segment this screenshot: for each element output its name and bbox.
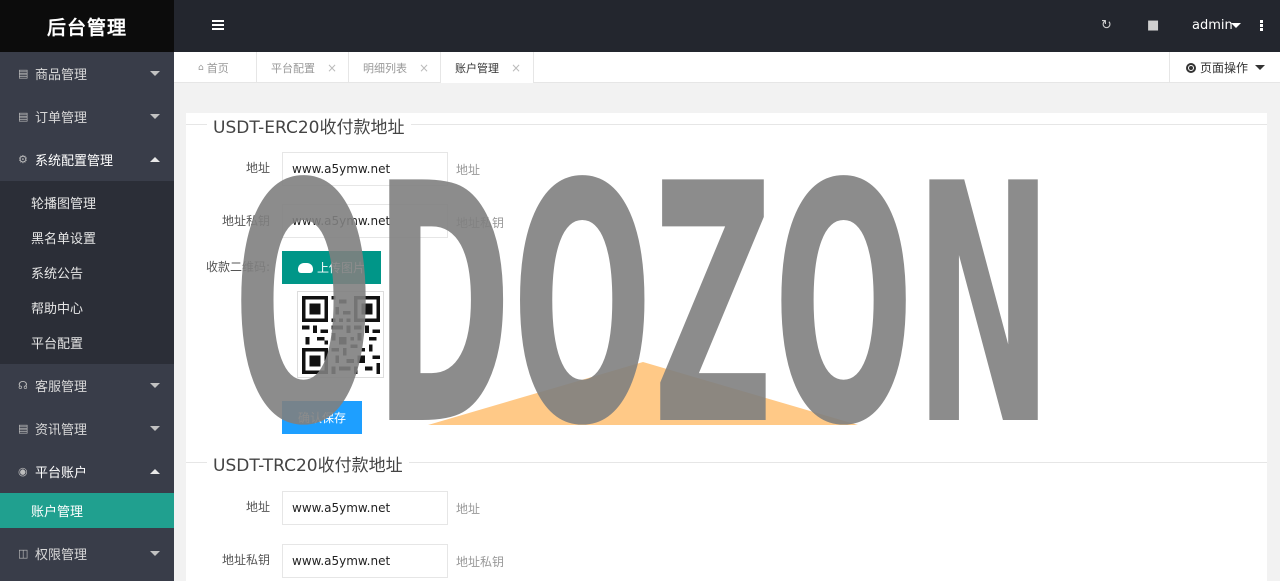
erc20-key-label: 地址私钥 <box>221 214 270 228</box>
app-logo: 后台管理 <box>0 0 174 52</box>
close-icon[interactable]: × <box>511 61 521 75</box>
chevron-down-icon <box>150 383 160 388</box>
sidebar-item-help[interactable]: 帮助中心 <box>0 290 174 325</box>
tab-platform-config[interactable]: 平台配置 × <box>257 52 349 83</box>
trc20-address-input[interactable]: www.a5ymw.net <box>282 491 448 525</box>
document-icon: ▤ <box>18 110 29 123</box>
headset-icon: ☊ <box>18 379 28 392</box>
chevron-down-icon <box>1255 65 1266 70</box>
coin-icon: ◉ <box>18 465 28 478</box>
tab-account-management[interactable]: 账户管理 × <box>441 52 534 83</box>
chevron-down-icon <box>150 71 160 76</box>
nav-system-config[interactable]: ⚙ 系统配置管理 <box>0 138 174 181</box>
upload-image-button[interactable]: 上传图片 <box>282 251 381 284</box>
erc20-key-input[interactable]: www.a5ymw.net <box>282 204 448 238</box>
tab-home[interactable]: ⌂ 首页 <box>174 52 257 83</box>
chevron-down-icon[interactable] <box>1231 23 1241 28</box>
chevron-up-icon <box>150 157 160 162</box>
trc20-key-label: 地址私钥 <box>221 553 270 567</box>
nav-goods[interactable]: ▤ 商品管理 <box>0 52 174 95</box>
file-icon: ▤ <box>18 422 29 435</box>
close-icon[interactable]: × <box>327 61 337 75</box>
nav-customer-service[interactable]: ☊ 客服管理 <box>0 364 174 407</box>
sidebar-item-notice[interactable]: 系统公告 <box>0 255 174 290</box>
tab-bar: ⌂ 首页 平台配置 × 明细列表 × 账户管理 × 页面操作 <box>174 52 1280 83</box>
main-panel: USDT-ERC20收付款地址 地址 www.a5ymw.net 地址 地址私钥… <box>186 113 1267 581</box>
tab-label: 明细列表 <box>363 61 407 75</box>
trash-icon[interactable]: ■ <box>1147 18 1159 33</box>
nav-label: 系统配置管理 <box>35 154 114 169</box>
trc20-address-hint: 地址 <box>456 502 481 516</box>
erc20-qr-label: 收款二维码: <box>205 260 270 274</box>
sidebar-item-account-management[interactable]: 账户管理 <box>0 493 174 528</box>
nav-orders[interactable]: ▤ 订单管理 <box>0 95 174 138</box>
erc20-legend: USDT-ERC20收付款地址 <box>207 113 411 138</box>
tab-label: 首页 <box>206 61 229 75</box>
tab-detail-list[interactable]: 明细列表 × <box>349 52 441 83</box>
tab-label: 平台配置 <box>271 61 315 75</box>
sidebar-item-banner[interactable]: 轮播图管理 <box>0 185 174 220</box>
nav-label: 客服管理 <box>35 380 88 395</box>
cloud-upload-icon <box>297 262 313 273</box>
sidebar-item-platform-config[interactable]: 平台配置 <box>0 325 174 360</box>
submenu-platform-account: 账户管理 <box>0 493 174 528</box>
submenu-system-config: 轮播图管理 黑名单设置 系统公告 帮助中心 平台配置 <box>0 181 174 364</box>
sidebar-item-blacklist[interactable]: 黑名单设置 <box>0 220 174 255</box>
erc20-address-hint: 地址 <box>456 163 481 177</box>
nav-platform-account[interactable]: ◉ 平台账户 <box>0 450 174 493</box>
chevron-down-icon <box>150 426 160 431</box>
refresh-icon[interactable]: ↻ <box>1101 18 1112 33</box>
page-op-label: 页面操作 <box>1200 61 1249 75</box>
file-icon: ▤ <box>18 67 29 80</box>
nav-label: 商品管理 <box>35 68 88 83</box>
columns-icon: ◫ <box>18 547 29 560</box>
top-header: ↻ ■ admin <box>174 0 1280 52</box>
erc20-address-input[interactable]: www.a5ymw.net <box>282 152 448 186</box>
user-menu[interactable]: admin <box>1192 18 1233 33</box>
tab-label: 账户管理 <box>455 61 499 75</box>
home-icon: ⌂ <box>198 62 204 73</box>
chevron-down-icon <box>150 551 160 556</box>
confirm-save-button[interactable]: 确认保存 <box>282 401 362 434</box>
chevron-up-icon <box>150 469 160 474</box>
nav-news[interactable]: ▤ 资讯管理 <box>0 407 174 450</box>
trc20-legend: USDT-TRC20收付款地址 <box>207 451 409 476</box>
erc20-address-label: 地址 <box>245 161 270 175</box>
trc20-key-input[interactable]: www.a5ymw.net <box>282 544 448 578</box>
close-icon[interactable]: × <box>419 61 429 75</box>
nav-permissions[interactable]: ◫ 权限管理 <box>0 532 174 575</box>
upload-label: 上传图片 <box>316 261 365 275</box>
qr-code-image <box>302 296 380 374</box>
gear-icon: ⚙ <box>18 153 28 166</box>
nav-label: 平台账户 <box>35 466 88 481</box>
erc20-key-hint: 地址私钥 <box>456 216 505 230</box>
nav-label: 资讯管理 <box>35 423 88 438</box>
trc20-address-label: 地址 <box>245 500 270 514</box>
nav-label: 订单管理 <box>35 111 88 126</box>
nav-label: 权限管理 <box>35 548 88 563</box>
trc20-key-hint: 地址私钥 <box>456 555 505 569</box>
sidebar: 后台管理 ▤ 商品管理 ▤ 订单管理 ⚙ 系统配置管理 轮播图管理 黑名单设置 … <box>0 0 174 581</box>
target-icon <box>1186 62 1196 73</box>
chevron-down-icon <box>150 114 160 119</box>
more-options-icon[interactable] <box>1260 20 1263 32</box>
collapse-menu-icon[interactable] <box>212 20 224 30</box>
page-operations-dropdown[interactable]: 页面操作 <box>1169 52 1280 83</box>
